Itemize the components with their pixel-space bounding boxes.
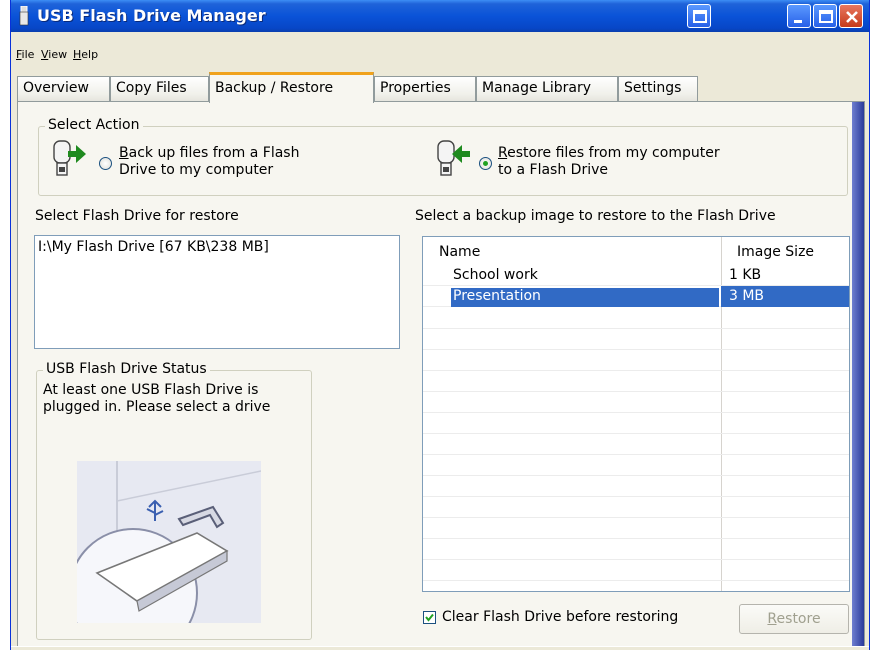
empty-row-line	[423, 496, 849, 497]
table-row[interactable]: School work 1 KB	[423, 265, 849, 286]
status-label: USB Flash Drive Status	[43, 361, 210, 377]
tab-properties[interactable]: Properties	[374, 76, 476, 102]
tab-copy-files[interactable]: Copy Files	[110, 76, 209, 102]
empty-row-line	[423, 454, 849, 455]
tab-manage-library[interactable]: Manage Library	[476, 76, 618, 102]
backup-image-list[interactable]: Name Image Size School work 1 KB Present…	[422, 236, 850, 592]
clear-drive-label[interactable]: Clear Flash Drive before restoring	[442, 609, 678, 625]
row-size: 3 MB	[729, 288, 765, 304]
usb-port-illustration	[77, 461, 261, 623]
empty-row-line	[423, 433, 849, 434]
restore-button[interactable]: Restore	[739, 604, 849, 634]
empty-row-line	[423, 475, 849, 476]
table-row[interactable]: Presentation 3 MB	[423, 286, 849, 307]
backup-image-heading: Select a backup image to restore to the …	[415, 208, 776, 224]
menu-help[interactable]: Help	[73, 48, 98, 61]
empty-row-line	[423, 391, 849, 392]
computer-to-usb-icon	[437, 140, 470, 176]
minimize-button[interactable]	[787, 4, 811, 28]
maximize-button[interactable]	[813, 4, 837, 28]
row-size: 1 KB	[729, 267, 762, 283]
row-name: Presentation	[451, 288, 719, 307]
empty-row-line	[423, 328, 849, 329]
select-action-group: Select Action Back up files from a Flash…	[38, 117, 848, 196]
select-action-label: Select Action	[45, 117, 143, 133]
empty-row-line	[423, 517, 849, 518]
window-bottom-edge	[11, 646, 869, 650]
compact-mode-button[interactable]	[687, 4, 711, 28]
empty-row-line	[423, 349, 849, 350]
column-header-image-size[interactable]: Image Size	[737, 244, 814, 260]
empty-row-line	[423, 559, 849, 560]
status-group: USB Flash Drive Status At least one USB …	[36, 361, 312, 640]
tab-settings[interactable]: Settings	[618, 76, 698, 102]
flash-drive-item[interactable]: I:\My Flash Drive [67 KB\238 MB]	[38, 239, 269, 255]
usb-to-computer-icon	[53, 140, 86, 176]
column-header-name[interactable]: Name	[439, 244, 480, 260]
window-title: USB Flash Drive Manager	[37, 6, 266, 25]
tab-overview[interactable]: Overview	[17, 76, 110, 102]
empty-row-line	[423, 412, 849, 413]
menu-view[interactable]: View	[41, 48, 67, 61]
close-button[interactable]	[839, 4, 863, 28]
restore-radio[interactable]	[479, 157, 492, 170]
flash-drive-heading: Select Flash Drive for restore	[35, 208, 239, 224]
menu-bar: File View Help	[11, 32, 869, 68]
title-bar[interactable]: USB Flash Drive Manager	[11, 0, 869, 32]
empty-row-line	[423, 370, 849, 371]
flash-drive-list[interactable]: I:\My Flash Drive [67 KB\238 MB]	[34, 235, 400, 349]
backup-option-label[interactable]: Back up files from a Flash Drive to my c…	[119, 145, 299, 179]
menu-file[interactable]: File	[16, 48, 34, 61]
checkmark-icon	[425, 613, 434, 622]
empty-row-line	[423, 580, 849, 581]
empty-row-line	[423, 538, 849, 539]
clear-drive-checkbox[interactable]	[423, 611, 436, 624]
status-text: At least one USB Flash Drive is plugged …	[43, 382, 271, 415]
list-header: Name Image Size	[423, 237, 849, 265]
row-name: School work	[453, 267, 538, 283]
app-window: USB Flash Drive Manager File View Help O…	[10, 0, 870, 650]
usb-app-icon	[19, 6, 29, 26]
backup-restore-panel: Select Action Back up files from a Flash…	[17, 101, 865, 648]
restore-option-label[interactable]: Restore files from my computer to a Flas…	[498, 145, 720, 179]
panel-edge-decoration	[852, 102, 864, 647]
tab-backup-restore[interactable]: Backup / Restore	[209, 72, 374, 103]
backup-radio[interactable]	[99, 157, 112, 170]
tab-strip: Overview Copy Files Backup / Restore Pro…	[11, 72, 869, 103]
